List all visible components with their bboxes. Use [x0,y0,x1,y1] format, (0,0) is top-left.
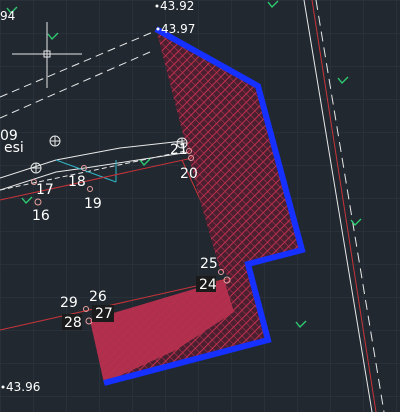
point-label-17: 17 [36,182,54,198]
point-label-26: 26 [89,289,107,305]
elevation-label-top-left: 94 [0,9,15,23]
elevation-marker-1 [155,4,159,8]
point-label-27: 27 [95,306,113,322]
partial-label-text: esi [4,140,24,156]
point-label-18: 18 [68,174,86,190]
elevation-label-top-2: 43.97 [161,22,195,36]
elevation-marker-2 [156,27,160,31]
elevation-label-bottom-left: 43.96 [6,380,40,394]
point-label-25: 25 [200,256,218,272]
elevation-marker-3 [1,385,5,389]
elevation-label-top-1: 43.92 [160,0,194,13]
point-label-29: 29 [60,295,78,311]
point-label-28: 28 [64,315,82,331]
point-label-16: 16 [32,208,50,224]
cad-drawing-canvas[interactable]: 09 esi 17 16 18 19 21 20 25 24 29 26 28 … [0,0,400,412]
point-label-21: 21 [170,142,188,158]
point-label-20: 20 [180,166,198,182]
point-label-19: 19 [84,196,102,212]
point-label-24: 24 [199,277,217,293]
